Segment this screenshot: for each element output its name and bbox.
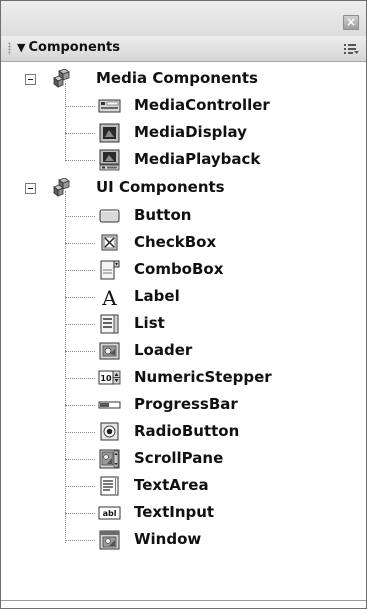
tree-connector bbox=[65, 351, 95, 352]
tree-item-label: List bbox=[134, 314, 165, 332]
media-display-icon bbox=[99, 123, 120, 143]
tree-connector bbox=[65, 513, 95, 514]
label-icon: A bbox=[101, 286, 117, 308]
tree-item-window[interactable]: Window bbox=[1, 527, 366, 554]
tree-item-textarea[interactable]: TextArea bbox=[1, 473, 366, 500]
tree-connector bbox=[65, 160, 95, 161]
tree-item-mediadisplay[interactable]: MediaDisplay bbox=[1, 120, 366, 147]
numeric-stepper-icon: 10 bbox=[98, 370, 121, 385]
components-panel: × ▼ Components Media Components MediaCon… bbox=[0, 0, 367, 609]
tree-connector bbox=[65, 297, 95, 298]
tree-item-label: Window bbox=[134, 530, 202, 548]
checkbox-icon bbox=[101, 234, 118, 251]
tree-item-combobox[interactable]: ComboBox bbox=[1, 257, 366, 284]
loader-icon bbox=[99, 342, 120, 360]
tree-item-label[interactable]: A Label bbox=[1, 284, 366, 311]
collapse-toggle-icon[interactable] bbox=[25, 74, 36, 85]
tree-item-label: Loader bbox=[134, 341, 193, 359]
tree-item-label: MediaController bbox=[134, 96, 270, 114]
tree-item-loader[interactable]: Loader bbox=[1, 338, 366, 365]
numeric-stepper-icon-text: 10 bbox=[100, 374, 112, 383]
panel-options-icon[interactable] bbox=[344, 42, 360, 56]
tree-connector bbox=[65, 459, 95, 460]
list-icon bbox=[100, 314, 119, 334]
collapse-triangle-icon[interactable]: ▼ bbox=[17, 41, 25, 54]
close-icon[interactable]: × bbox=[343, 15, 359, 30]
tree-group-label: UI Components bbox=[96, 178, 225, 196]
window-icon bbox=[99, 530, 120, 550]
radio-button-icon bbox=[100, 422, 119, 441]
panel-bottom-divider bbox=[1, 600, 366, 601]
tree-connector bbox=[65, 216, 95, 217]
media-controller-icon bbox=[98, 99, 121, 113]
tree-item-label: TextInput bbox=[134, 503, 215, 521]
tree-item-mediacontroller[interactable]: MediaController bbox=[1, 93, 366, 120]
tree-connector bbox=[65, 486, 95, 487]
tree-item-scrollpane[interactable]: ScrollPane bbox=[1, 446, 366, 473]
scroll-pane-icon bbox=[99, 449, 120, 469]
tree-item-label: TextArea bbox=[134, 476, 209, 494]
tree-connector bbox=[65, 270, 95, 271]
progress-bar-icon bbox=[98, 401, 121, 409]
text-area-icon bbox=[100, 476, 119, 496]
button-icon bbox=[99, 209, 120, 223]
tree-item-checkbox[interactable]: CheckBox bbox=[1, 230, 366, 257]
tree-connector bbox=[65, 540, 95, 541]
text-input-icon-text: abl bbox=[103, 509, 117, 518]
tree-item-label: Label bbox=[134, 287, 180, 305]
component-group-icon bbox=[53, 69, 70, 88]
panel-title-label: Components bbox=[28, 40, 121, 55]
tree-item-label: Button bbox=[134, 206, 192, 224]
tree-connector bbox=[65, 133, 95, 134]
combobox-icon bbox=[100, 260, 120, 280]
tree-item-numericstepper[interactable]: 10 NumericStepper bbox=[1, 365, 366, 392]
tree-item-label: ScrollPane bbox=[134, 449, 224, 467]
tree-group-ui-components[interactable]: UI Components bbox=[1, 175, 366, 202]
tree-item-mediaplayback[interactable]: MediaPlayback bbox=[1, 147, 366, 174]
panel-title-bar: × bbox=[1, 1, 366, 37]
components-tree: Media Components MediaController MediaDi… bbox=[1, 61, 366, 601]
tree-item-label: RadioButton bbox=[134, 422, 240, 440]
tree-connector bbox=[65, 432, 95, 433]
collapse-toggle-icon[interactable] bbox=[25, 183, 36, 194]
tree-group-label: Media Components bbox=[96, 69, 258, 87]
tree-item-progressbar[interactable]: ProgressBar bbox=[1, 392, 366, 419]
tree-item-list[interactable]: List bbox=[1, 311, 366, 338]
panel-header[interactable]: ▼ Components bbox=[1, 36, 366, 62]
tree-item-label: MediaDisplay bbox=[134, 123, 247, 141]
tree-connector bbox=[65, 378, 95, 379]
media-playback-icon bbox=[99, 149, 120, 171]
tree-connector bbox=[65, 243, 95, 244]
component-group-icon bbox=[53, 178, 70, 197]
tree-connector bbox=[65, 106, 95, 107]
tree-item-label: ProgressBar bbox=[134, 395, 238, 413]
tree-connector bbox=[65, 405, 95, 406]
tree-item-label: MediaPlayback bbox=[134, 150, 261, 168]
tree-group-media-components[interactable]: Media Components bbox=[1, 66, 366, 93]
tree-item-label: CheckBox bbox=[134, 233, 217, 251]
tree-item-button[interactable]: Button bbox=[1, 203, 366, 230]
tree-item-radiobutton[interactable]: RadioButton bbox=[1, 419, 366, 446]
tree-item-label: ComboBox bbox=[134, 260, 224, 278]
label-icon-text: A bbox=[101, 286, 117, 308]
panel-title[interactable]: ▼ Components bbox=[17, 40, 120, 55]
tree-connector bbox=[65, 324, 95, 325]
text-input-icon: abl bbox=[98, 506, 121, 520]
tree-item-label: NumericStepper bbox=[134, 368, 272, 386]
grip-icon[interactable] bbox=[8, 42, 11, 55]
tree-item-textinput[interactable]: abl TextInput bbox=[1, 500, 366, 527]
